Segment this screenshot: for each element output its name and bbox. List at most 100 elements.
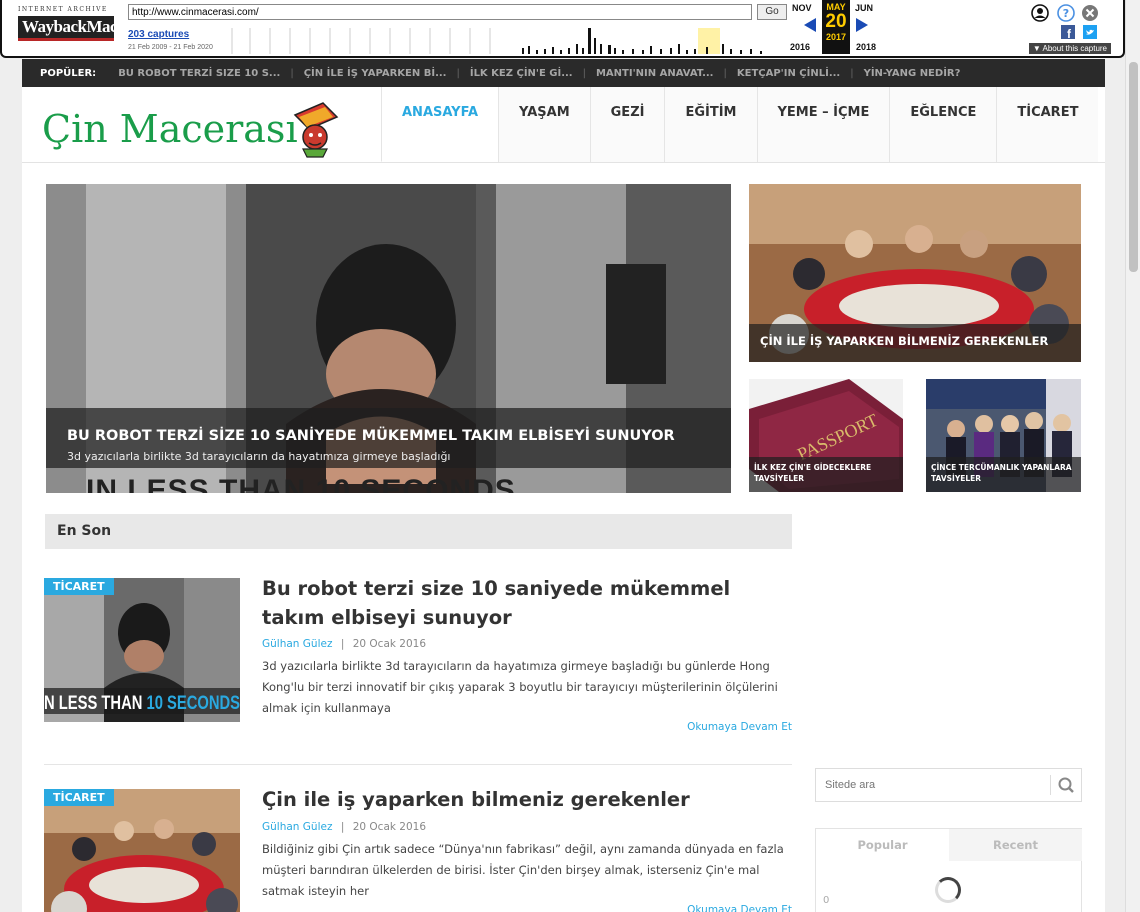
popular-item[interactable]: BU ROBOT TERZİ SIZE 10 S...	[118, 68, 280, 79]
meta-separator: |	[340, 638, 345, 650]
popular-item[interactable]: ÇİN İLE İŞ YAPARKEN Bİ...	[304, 68, 447, 79]
nav-item-yeme-icme[interactable]: YEME – İÇME	[756, 87, 890, 162]
featured-post-3[interactable]: ÇİNCE TERCÜMANLIK YAPANLARA TAVSİYELER	[926, 379, 1081, 492]
featured-title-1: ÇİN İLE İŞ YAPARKEN BİLMENİZ GEREKENLER	[749, 324, 1081, 362]
meta-separator: |	[340, 821, 345, 833]
post-item: TİCARET Çin ile iş yaparken bilmeniz ger…	[44, 788, 792, 912]
wayback-next-year[interactable]: 2018	[856, 42, 876, 52]
post-author[interactable]: Gülhan Gülez	[262, 821, 332, 833]
post-item: N LESS THAN 10 SECONDS TİCARET Bu robot …	[44, 577, 792, 748]
nav-item-ticaret[interactable]: TİCARET	[996, 87, 1099, 162]
wayback-cur-day: 20	[825, 11, 847, 32]
wayback-about-text: About this capture	[1042, 44, 1107, 53]
close-icon[interactable]	[1081, 4, 1099, 22]
popular-separator: |	[850, 67, 854, 79]
help-icon[interactable]: ?	[1057, 4, 1075, 22]
popular-separator: |	[723, 67, 727, 79]
wayback-logo-main: WaybackMachine	[18, 16, 147, 41]
featured-post-2[interactable]: PASSPORT İLK KEZ ÇİN'E GİDECEKLERE TAVSİ…	[749, 379, 903, 492]
caret-down-icon: ▼	[1032, 44, 1043, 53]
wayback-toolbar: INTERNET ARCHIVE WaybackMachine Go 203 c…	[0, 0, 1125, 58]
post-excerpt: Bildiğiniz gibi Çin artık sadece “Dünya'…	[262, 842, 784, 898]
popular-separator: |	[456, 67, 460, 79]
post-thumbnail[interactable]	[44, 789, 240, 912]
hero-title[interactable]: BU ROBOT TERZİ SİZE 10 SANİYEDE MÜKEMMEL…	[67, 428, 710, 444]
post-date: 20 Ocak 2016	[352, 638, 427, 650]
popular-item[interactable]: KETÇAP'IN ÇİNLİ...	[737, 68, 840, 79]
hero-caption: BU ROBOT TERZİ SİZE 10 SANİYEDE MÜKEMMEL…	[46, 408, 731, 468]
read-more-link[interactable]: Okumaya Devam Et	[687, 904, 792, 912]
wayback-selected-date: MAY 20 2017	[822, 0, 850, 54]
popular-bar: POPÜLER: BU ROBOT TERZİ SIZE 10 S... | Çİ…	[22, 59, 1105, 87]
popular-label: POPÜLER:	[40, 67, 97, 79]
page-scrollbar[interactable]	[1125, 0, 1140, 912]
popular-item[interactable]: İLK KEZ ÇİN'E Gİ...	[470, 68, 573, 79]
loading-spinner-icon	[935, 877, 961, 903]
wayback-logo[interactable]: INTERNET ARCHIVE WaybackMachine	[18, 6, 147, 41]
wayback-url-input[interactable]	[128, 4, 752, 20]
featured-post-1[interactable]: ÇİN İLE İŞ YAPARKEN BİLMENİZ GEREKENLER	[749, 184, 1081, 362]
wayback-prev-year[interactable]: 2016	[790, 42, 810, 52]
svg-text:N LESS THAN 10 SECONDS: N LESS THAN 10 SECONDS	[44, 693, 240, 714]
read-more-link[interactable]: Okumaya Devam Et	[687, 721, 792, 733]
search-icon	[1058, 777, 1074, 793]
popular-item[interactable]: MANTI'NIN ANAVAT...	[596, 68, 714, 79]
wayback-sparkline[interactable]	[230, 24, 774, 54]
wayback-cur-year: 2017	[825, 32, 847, 42]
hero-slide[interactable]: BU ROBOT TERZİ SİZE 10 SANİYEDE MÜKEMMEL…	[46, 184, 731, 493]
post-meta: Gülhan Gülez | 20 Ocak 2016	[262, 821, 426, 833]
post-divider	[44, 764, 792, 765]
main-nav: ANASAYFA YAŞAM GEZİ EĞİTİM YEME – İÇME E…	[381, 87, 1099, 162]
twitter-icon[interactable]	[1083, 25, 1097, 39]
wayback-next-month[interactable]: JUN	[855, 3, 873, 13]
wayback-next-arrow-icon[interactable]	[856, 18, 868, 32]
wayback-logo-top: INTERNET ARCHIVE	[18, 6, 108, 13]
popular-separator: |	[582, 67, 586, 79]
section-title: En Son	[45, 514, 792, 549]
wayback-captures-link[interactable]: 203 captures	[128, 29, 189, 40]
site-logo[interactable]: Çin Macerası	[42, 99, 352, 159]
search-input[interactable]	[816, 769, 1050, 801]
category-badge[interactable]: TİCARET	[44, 578, 114, 595]
logo-graphic: Çin Macerası	[42, 102, 339, 158]
search-button[interactable]	[1050, 775, 1081, 795]
tab-recent[interactable]: Recent	[949, 829, 1082, 861]
post-author[interactable]: Gülhan Gülez	[262, 638, 332, 650]
post-thumbnail[interactable]: N LESS THAN 10 SECONDS	[44, 578, 240, 722]
nav-item-eglence[interactable]: EĞLENCE	[889, 87, 997, 162]
wayback-prev-month[interactable]: NOV	[792, 3, 812, 13]
nav-item-egitim[interactable]: EĞİTİM	[664, 87, 757, 162]
scrollbar-thumb[interactable]	[1129, 62, 1138, 272]
wayback-date-range: 21 Feb 2009 - 21 Feb 2020	[128, 44, 213, 51]
nav-item-gezi[interactable]: GEZİ	[589, 87, 665, 162]
thumb-text-b: 10 SECONDS	[146, 693, 240, 714]
wayback-calendar: NOV JUN 2016 2018 MAY 20 2017	[788, 0, 886, 56]
wayback-about-link[interactable]: ▼ About this capture	[1028, 43, 1111, 54]
svg-text:?: ?	[1063, 7, 1069, 20]
post-thumbnail-image	[44, 789, 240, 912]
wayback-prev-arrow-icon[interactable]	[804, 18, 816, 32]
post-date: 20 Ocak 2016	[352, 821, 427, 833]
hero-subtitle: 3d yazıcılarla birlikte 3d tarayıcıların…	[67, 450, 451, 463]
nav-item-yasam[interactable]: YAŞAM	[498, 87, 590, 162]
tab-popular[interactable]: Popular	[816, 829, 949, 861]
featured-title-2: İLK KEZ ÇİN'E GİDECEKLERE TAVSİYELER	[749, 457, 903, 492]
site-header: Çin Macerası ANASAYFA YAŞAM GEZİ EĞİTİM …	[22, 87, 1105, 163]
sidebar-tabs-widget: Popular Recent 0	[815, 828, 1082, 912]
thumb-text-a: N LESS THAN	[44, 693, 146, 714]
category-badge[interactable]: TİCARET	[44, 789, 114, 806]
popular-item[interactable]: YİN-YANG NEDİR?	[864, 68, 961, 79]
nav-item-anasayfa[interactable]: ANASAYFA	[381, 87, 499, 162]
user-icon[interactable]	[1031, 4, 1049, 22]
facebook-icon[interactable]: f	[1061, 25, 1075, 39]
page-content: Çin Macerası ANASAYFA YAŞAM GEZİ EĞİTİM …	[22, 87, 1105, 912]
post-meta: Gülhan Gülez | 20 Ocak 2016	[262, 638, 426, 650]
post-title[interactable]: Çin ile iş yaparken bilmeniz gerekenler	[262, 785, 782, 814]
wayback-go-button[interactable]: Go	[757, 4, 787, 20]
post-title[interactable]: Bu robot terzi size 10 saniyede mükemmel…	[262, 574, 782, 632]
post-excerpt: 3d yazıcılarla birlikte 3d tarayıcıların…	[262, 659, 778, 715]
hero-image-text: IN LESS THAN 10 SECONDS	[86, 474, 516, 493]
widget-count: 0	[823, 895, 830, 906]
featured-title-3: ÇİNCE TERCÜMANLIK YAPANLARA TAVSİYELER	[926, 457, 1081, 492]
sidebar-search	[815, 768, 1082, 802]
